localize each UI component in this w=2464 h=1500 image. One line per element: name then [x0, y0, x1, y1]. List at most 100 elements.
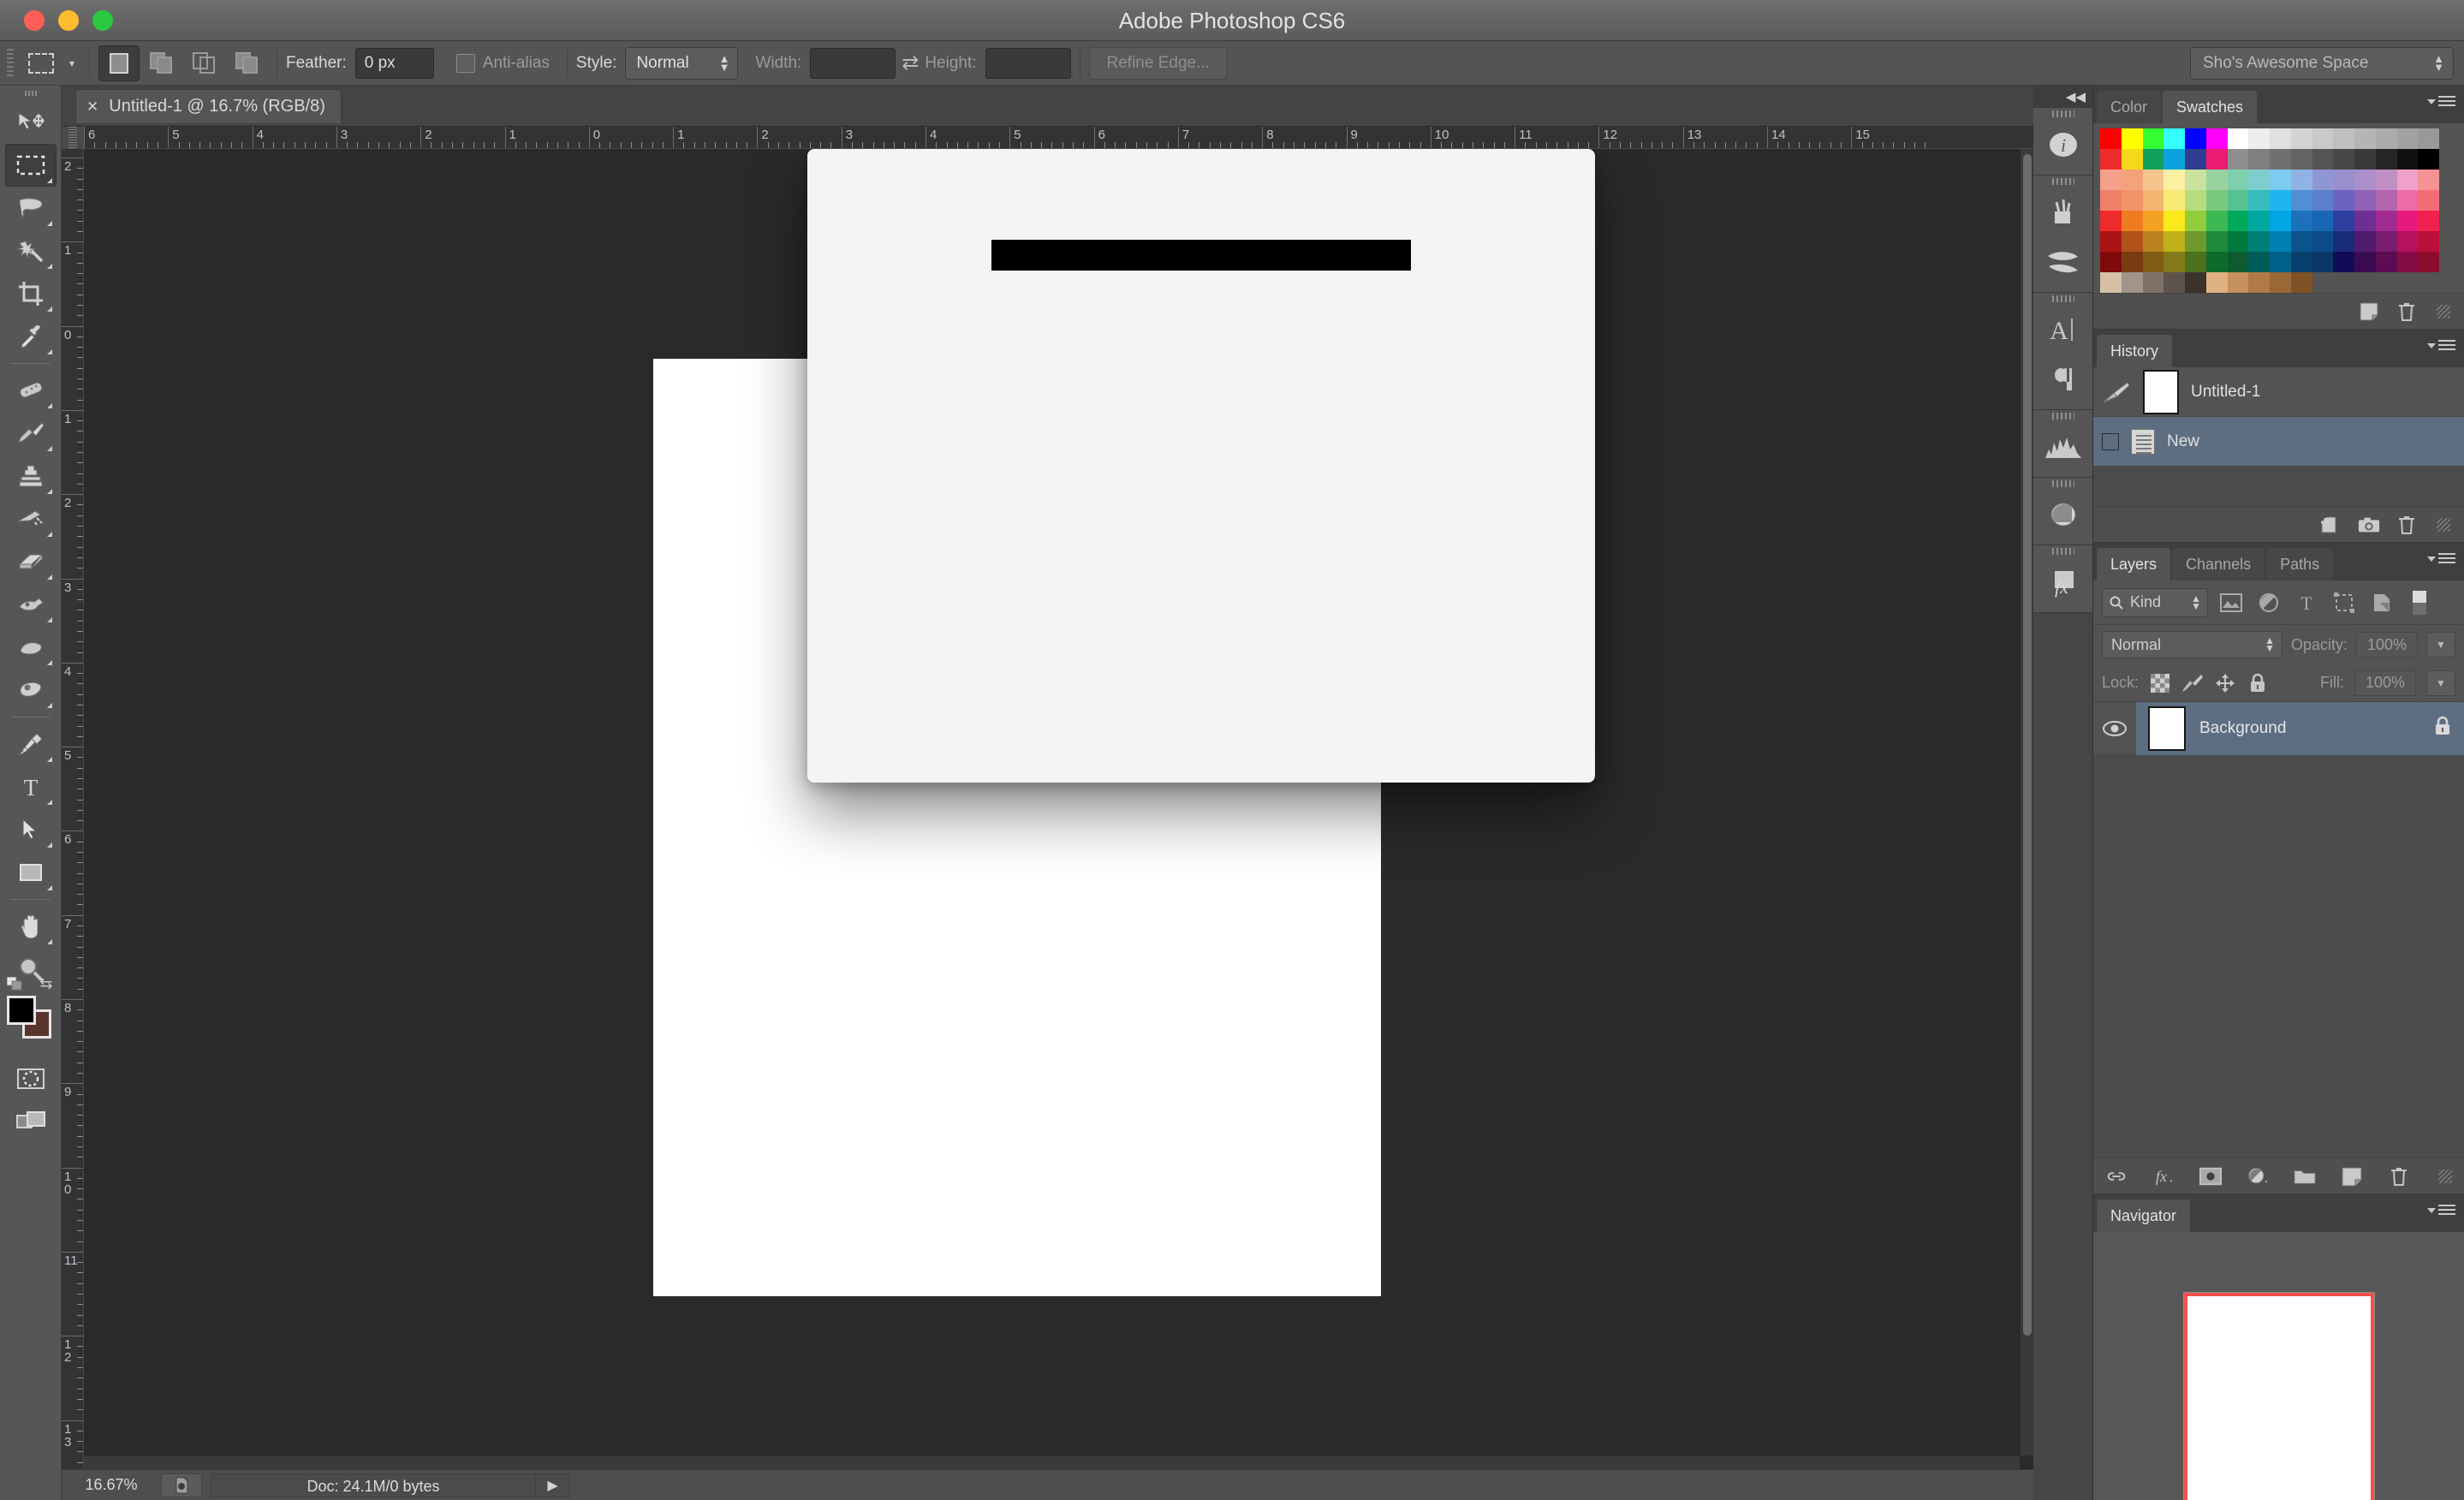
edit-in-quick-mask-mode-button[interactable]: [5, 1057, 57, 1100]
swatch-cell[interactable]: [2248, 231, 2270, 252]
swatch-cell[interactable]: [2142, 149, 2164, 170]
height-input[interactable]: [985, 47, 1071, 79]
adjustments-panel-icon[interactable]: [2033, 490, 2093, 539]
rectangle-tool[interactable]: [5, 851, 57, 894]
swatch-cell[interactable]: [2248, 252, 2270, 272]
blend-mode-select[interactable]: Normal ▲ ▼: [2102, 631, 2282, 658]
swatch-cell[interactable]: [2418, 211, 2439, 231]
swatch-cell[interactable]: [2142, 252, 2164, 272]
swatch-cell[interactable]: [2163, 149, 2185, 170]
swatch-cell[interactable]: [2270, 149, 2291, 170]
dock-grip[interactable]: [2033, 108, 2092, 120]
status-zoom-level[interactable]: 16.67%: [62, 1476, 161, 1494]
dock-grip[interactable]: [2033, 293, 2092, 305]
eyedropper-tool[interactable]: [5, 315, 57, 358]
swatch-cell[interactable]: [2396, 170, 2419, 190]
swatch-cell[interactable]: [2185, 211, 2206, 231]
horizontal-ruler[interactable]: 6 5 4 3 2 1 0 1 2 3 4 5 6 7 8 9 10 11 12 13 14 15: [84, 127, 2033, 149]
filter-pixel-layers-icon[interactable]: [2217, 588, 2246, 617]
filter-smart-objects-icon[interactable]: [2367, 588, 2396, 617]
lock-all-icon[interactable]: [2247, 672, 2269, 694]
spot-healing-brush-tool[interactable]: [5, 369, 57, 412]
swatch-cell[interactable]: [2121, 211, 2143, 231]
swatch-cell[interactable]: [2375, 231, 2397, 252]
delete-state-icon[interactable]: [2396, 514, 2418, 536]
vertical-scrollbar[interactable]: [2020, 149, 2033, 1455]
panel-resize-grip[interactable]: [2437, 304, 2450, 318]
swatch-cell[interactable]: [2354, 211, 2376, 231]
swatch-cell[interactable]: [2312, 211, 2334, 231]
dock-grip[interactable]: [2033, 545, 2092, 557]
document-profile-icon[interactable]: [161, 1473, 202, 1497]
layer-row-body[interactable]: Background: [2136, 701, 2464, 755]
swatch-cell[interactable]: [2418, 128, 2439, 149]
swatch-cell[interactable]: [2100, 272, 2122, 293]
swatch-cell[interactable]: [2396, 149, 2419, 170]
tool-preset-chevron-down-icon[interactable]: ▾: [63, 44, 80, 83]
swatch-cell[interactable]: [2142, 170, 2164, 190]
dock-grip[interactable]: [2033, 410, 2092, 422]
swatch-cell[interactable]: [2163, 170, 2185, 190]
swatch-cell[interactable]: [2163, 128, 2185, 149]
swatch-cell[interactable]: [2312, 170, 2334, 190]
swatch-cell[interactable]: [2185, 252, 2206, 272]
history-brush-tool[interactable]: [5, 497, 57, 540]
blur-tool[interactable]: [5, 626, 57, 669]
filter-shape-layers-icon[interactable]: [2330, 588, 2359, 617]
delete-layer-icon[interactable]: [2388, 1165, 2410, 1188]
layer-name[interactable]: Background: [2199, 719, 2419, 738]
swap-colors-icon[interactable]: ⇆: [39, 975, 52, 993]
swatch-cell[interactable]: [2163, 272, 2185, 293]
create-document-from-state-icon[interactable]: [2320, 514, 2342, 536]
swatch-cell[interactable]: [2185, 170, 2206, 190]
swatch-cell[interactable]: [2185, 149, 2206, 170]
lock-position-icon[interactable]: [2214, 672, 2236, 694]
active-tool-icon-rectangular-marquee-icon[interactable]: [19, 44, 63, 83]
swatch-cell[interactable]: [2270, 231, 2291, 252]
swatch-cell[interactable]: [2121, 170, 2143, 190]
pen-tool[interactable]: [5, 723, 57, 765]
swatch-cell[interactable]: [2396, 128, 2419, 149]
fill-value[interactable]: 100%: [2354, 670, 2416, 696]
brush-panel-icon[interactable]: [2033, 237, 2093, 287]
histogram-panel-icon[interactable]: [2033, 422, 2093, 472]
swatch-cell[interactable]: [2396, 231, 2419, 252]
swatch-cell[interactable]: [2205, 128, 2228, 149]
vertical-scrollbar-thumb[interactable]: [2023, 154, 2032, 1336]
swatch-cell[interactable]: [2270, 272, 2291, 293]
path-selection-tool[interactable]: [5, 808, 57, 851]
tab-color[interactable]: Color: [2097, 91, 2162, 123]
swatch-cell[interactable]: [2100, 128, 2122, 149]
swatch-cell[interactable]: [2227, 190, 2249, 211]
swatch-cell[interactable]: [2354, 190, 2376, 211]
swatch-cell[interactable]: [2375, 170, 2397, 190]
swatch-cell[interactable]: [2290, 149, 2312, 170]
tab-layers[interactable]: Layers: [2097, 548, 2171, 580]
swatch-cell[interactable]: [2100, 252, 2122, 272]
swatch-cell[interactable]: [2185, 231, 2206, 252]
floating-overlay-panel[interactable]: [807, 149, 1595, 783]
brush-presets-panel-icon[interactable]: [2033, 188, 2093, 237]
swatch-cell[interactable]: [2185, 190, 2206, 211]
tab-history[interactable]: History: [2097, 335, 2173, 367]
swatch-cell[interactable]: [2375, 128, 2397, 149]
swatch-cell[interactable]: [2312, 190, 2334, 211]
new-layer-icon[interactable]: [2341, 1165, 2363, 1188]
opacity-value[interactable]: 100%: [2356, 632, 2418, 658]
panel-menu-icon[interactable]: [2427, 96, 2455, 108]
foreground-color-swatch[interactable]: [6, 996, 36, 1025]
swatch-cell[interactable]: [2163, 190, 2185, 211]
filter-kind-select[interactable]: Kind ▲ ▼: [2102, 587, 2208, 617]
delete-swatch-icon[interactable]: [2396, 301, 2418, 323]
swatch-cell[interactable]: [2227, 149, 2249, 170]
horizontal-scrollbar[interactable]: [84, 1455, 2020, 1469]
anti-alias-checkbox[interactable]: [455, 53, 475, 73]
lock-transparent-pixels-icon[interactable]: [2149, 672, 2171, 694]
styles-panel-icon[interactable]: fx: [2033, 557, 2093, 607]
panel-menu-icon[interactable]: [2427, 553, 2455, 565]
swatch-cell[interactable]: [2142, 190, 2164, 211]
swatch-cell[interactable]: [2227, 252, 2249, 272]
swatch-cell[interactable]: [2121, 128, 2143, 149]
swatch-cell[interactable]: [2312, 128, 2334, 149]
panel-menu-icon[interactable]: [2427, 1205, 2455, 1217]
